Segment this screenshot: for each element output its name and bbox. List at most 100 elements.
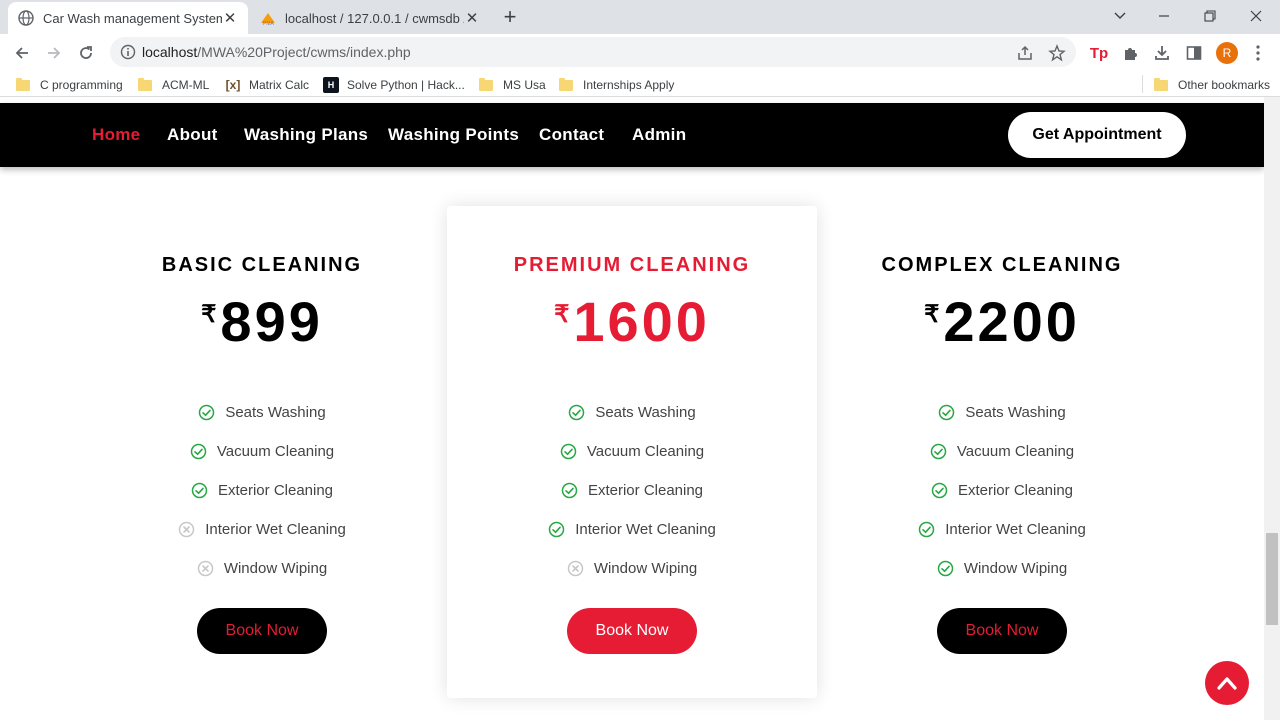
feature-label: Interior Wet Cleaning: [575, 521, 716, 538]
bookmark-item[interactable]: Internships Apply: [559, 76, 674, 94]
check-circle-icon: [918, 521, 935, 538]
feature-label: Exterior Cleaning: [217, 482, 334, 499]
other-bookmarks[interactable]: Other bookmarks: [1154, 76, 1270, 94]
phpmyadmin-icon: PMA: [260, 10, 276, 26]
rupee-symbol: ₹: [201, 301, 217, 328]
get-appointment-button[interactable]: Get Appointment: [1008, 112, 1186, 158]
cross-circle-icon: [567, 560, 584, 577]
reload-icon[interactable]: [73, 40, 99, 66]
book-now-button[interactable]: Book Now: [567, 608, 697, 654]
nav-admin[interactable]: Admin: [632, 125, 686, 145]
bookmark-label: ACM-ML: [162, 78, 210, 92]
tab-title: Car Wash management System |: [43, 10, 222, 26]
feature-label: Seats Washing: [225, 404, 326, 421]
matrix-calc-icon: [x]: [225, 78, 241, 92]
feature-item: Seats Washing: [77, 393, 447, 432]
extension-tp-icon[interactable]: Tp: [1088, 42, 1110, 64]
bookmarks-bar: C programming ACM-ML [x] Matrix Calc H S…: [0, 71, 1280, 97]
plan-card-premium: PREMIUM CLEANING ₹ 1600 Seats Washing Vac…: [447, 206, 817, 698]
price-amount: 899: [220, 290, 323, 353]
extensions-puzzle-icon[interactable]: [1120, 42, 1142, 64]
nav-washing-points[interactable]: Washing Points: [388, 125, 519, 145]
rupee-symbol: ₹: [554, 301, 570, 328]
feature-item: Interior Wet Cleaning: [817, 510, 1187, 549]
book-now-button[interactable]: Book Now: [197, 608, 327, 654]
bookmark-label: Other bookmarks: [1178, 78, 1271, 92]
bookmark-item[interactable]: ACM-ML: [138, 76, 209, 94]
check-circle-icon: [937, 560, 954, 577]
feature-item: Vacuum Cleaning: [77, 432, 447, 471]
bookmark-star-icon[interactable]: [1048, 44, 1066, 62]
menu-kebab-icon[interactable]: [1247, 42, 1269, 64]
new-tab-icon[interactable]: +: [498, 6, 522, 30]
scrollbar-track[interactable]: [1264, 97, 1280, 720]
feature-item: Exterior Cleaning: [77, 471, 447, 510]
feature-label: Exterior Cleaning: [957, 482, 1074, 499]
back-icon[interactable]: [9, 40, 35, 66]
cross-circle-icon: [178, 521, 195, 538]
feature-label: Interior Wet Cleaning: [205, 521, 346, 538]
bookmark-item[interactable]: C programming: [16, 76, 123, 94]
restore-icon[interactable]: [1198, 4, 1222, 28]
minimize-icon[interactable]: [1152, 4, 1176, 28]
page-viewport: Home About Washing Plans Washing Points …: [0, 97, 1264, 720]
nav-home[interactable]: Home: [92, 125, 140, 145]
browser-tab-inactive[interactable]: PMA localhost / 127.0.0.1 / cwmsdb / t ✕: [250, 2, 490, 34]
feature-label: Vacuum Cleaning: [216, 443, 335, 460]
plan-price: ₹ 2200: [817, 294, 1187, 350]
book-now-button[interactable]: Book Now: [937, 608, 1067, 654]
price-amount: 1600: [573, 290, 710, 353]
plan-title: BASIC CLEANING: [161, 254, 363, 276]
feature-item: Exterior Cleaning: [817, 471, 1187, 510]
close-window-icon[interactable]: [1244, 4, 1268, 28]
nav-washing-plans[interactable]: Washing Plans: [244, 125, 368, 145]
address-bar[interactable]: localhost/MWA%20Project/cwms/index.php: [110, 37, 1076, 67]
browser-toolbar: localhost/MWA%20Project/cwms/index.php T…: [0, 34, 1280, 71]
side-panel-icon[interactable]: [1183, 42, 1205, 64]
back-to-top-button[interactable]: [1205, 661, 1249, 705]
bookmark-label: Solve Python | Hack...: [347, 78, 465, 92]
feature-item: Interior Wet Cleaning: [77, 510, 447, 549]
url-path: /MWA%20Project/cwms/index.php: [197, 44, 411, 60]
download-icon[interactable]: [1151, 42, 1173, 64]
tab-close-icon[interactable]: ✕: [222, 10, 238, 27]
feature-item: Exterior Cleaning: [447, 471, 817, 510]
nav-about[interactable]: About: [167, 125, 218, 145]
chevron-up-icon: [1217, 677, 1237, 690]
site-info-icon[interactable]: [120, 44, 136, 60]
nav-contact[interactable]: Contact: [539, 125, 604, 145]
bookmark-label: Matrix Calc: [249, 78, 310, 92]
feature-list: Seats Washing Vacuum Cleaning Exterior Cle…: [77, 393, 447, 588]
check-circle-icon: [560, 443, 577, 460]
folder-icon: [138, 77, 152, 91]
feature-list: Seats Washing Vacuum Cleaning Exterior Cle…: [817, 393, 1187, 588]
browser-tab-active[interactable]: Car Wash management System | ✕: [8, 2, 248, 34]
tab-title: localhost / 127.0.0.1 / cwmsdb / t: [285, 10, 464, 26]
price-amount: 2200: [943, 290, 1080, 353]
tab-close-icon[interactable]: ✕: [464, 10, 480, 27]
forward-icon[interactable]: [41, 40, 67, 66]
folder-icon: [479, 77, 493, 91]
feature-label: Exterior Cleaning: [587, 482, 704, 499]
feature-item: Vacuum Cleaning: [447, 432, 817, 471]
feature-item: Interior Wet Cleaning: [447, 510, 817, 549]
feature-label: Window Wiping: [593, 560, 698, 577]
check-circle-icon: [190, 443, 207, 460]
bookmark-label: Internships Apply: [583, 78, 675, 92]
bookmark-item[interactable]: [x] Matrix Calc: [225, 76, 309, 94]
check-circle-icon: [191, 482, 208, 499]
profile-avatar[interactable]: R: [1216, 42, 1238, 64]
feature-item: Vacuum Cleaning: [817, 432, 1187, 471]
tab-search-icon[interactable]: [1108, 4, 1132, 28]
check-circle-icon: [930, 443, 947, 460]
share-icon[interactable]: [1016, 44, 1034, 62]
bookmark-item[interactable]: H Solve Python | Hack...: [323, 76, 465, 94]
cross-circle-icon: [197, 560, 214, 577]
folder-icon: [1154, 77, 1168, 91]
url-host: localhost: [142, 44, 198, 60]
bookmark-item[interactable]: MS Usa: [479, 76, 546, 94]
feature-list: Seats Washing Vacuum Cleaning Exterior Cle…: [447, 393, 817, 588]
check-circle-icon: [561, 482, 578, 499]
scrollbar-thumb[interactable]: [1266, 533, 1278, 625]
feature-item: Window Wiping: [77, 549, 447, 588]
